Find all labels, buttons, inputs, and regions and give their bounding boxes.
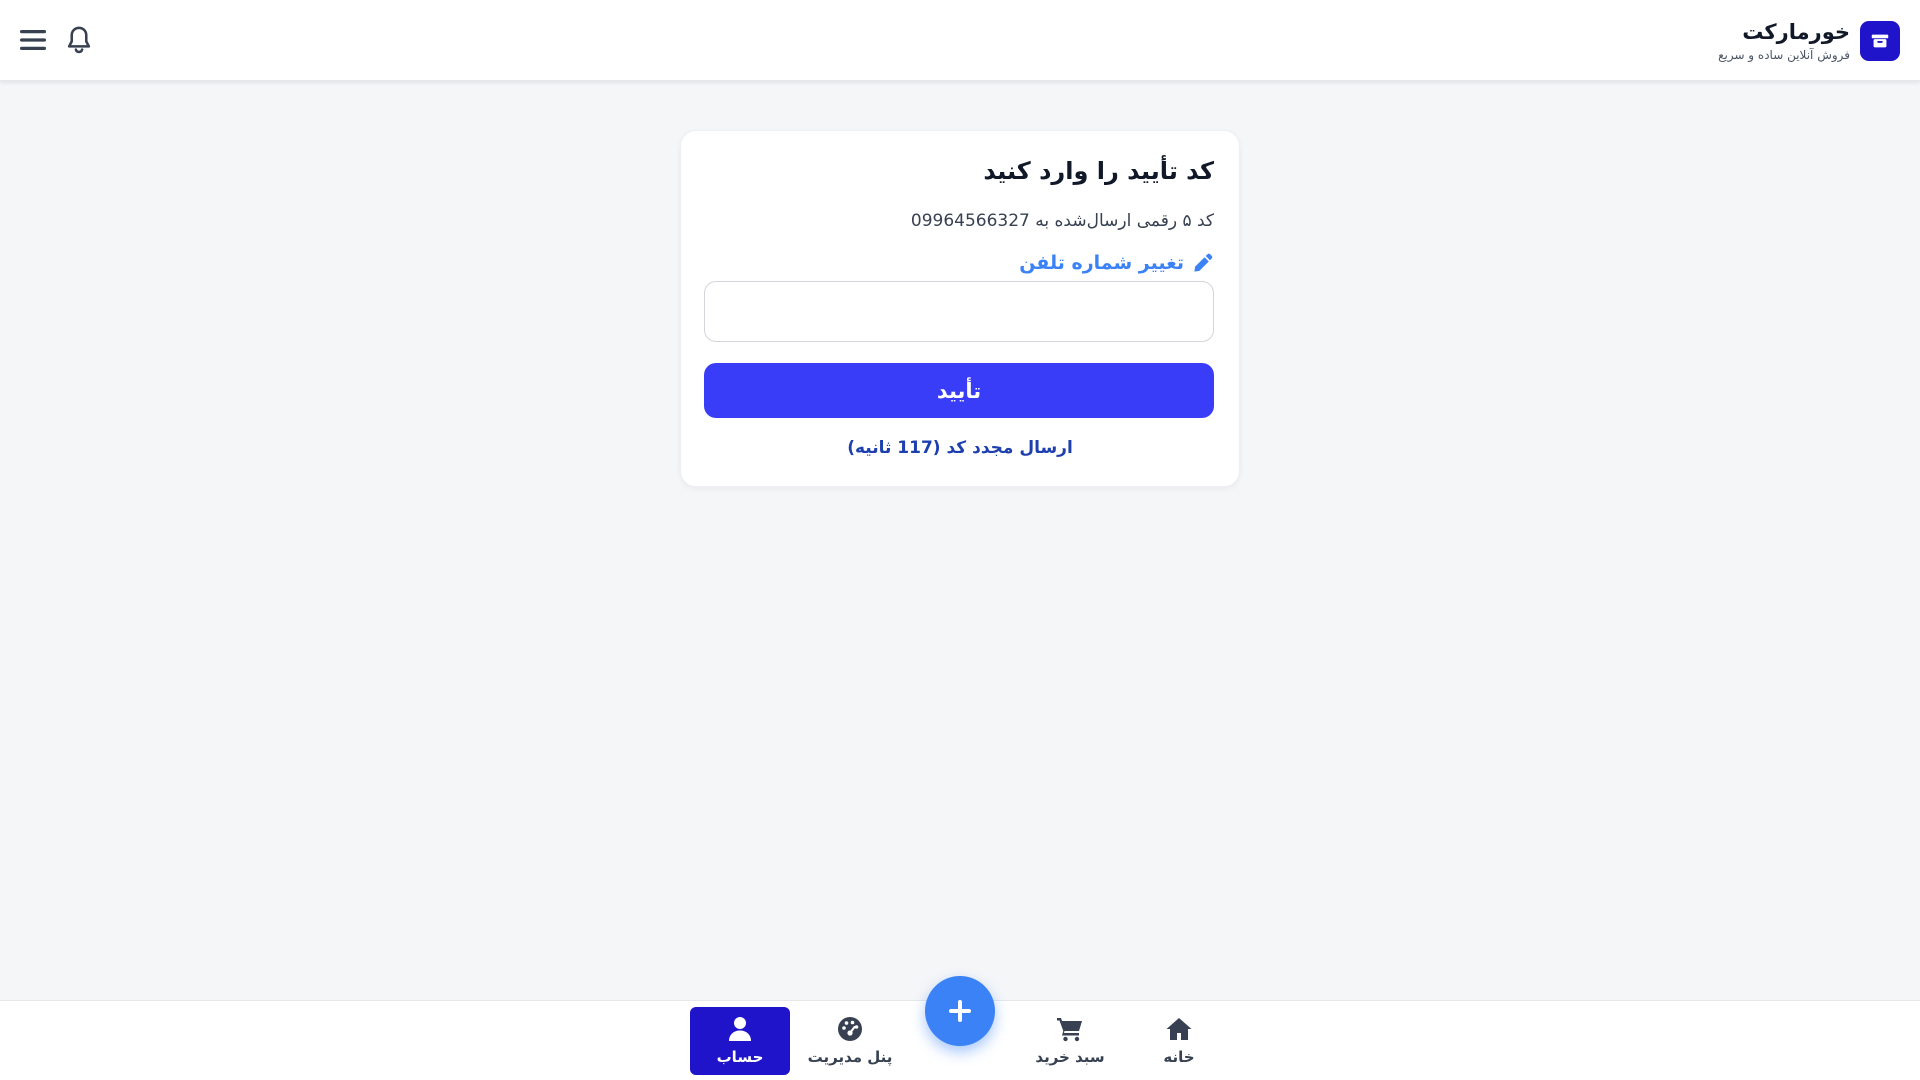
resend-code-link[interactable]: ارسال مجدد کد (117 ثانیه) <box>681 438 1239 458</box>
nav-item-admin-panel[interactable]: پنل مدیریت <box>800 1007 900 1075</box>
top-header: خورمارکت فروش آنلاین ساده و سریع <box>0 0 1920 81</box>
bell-icon[interactable] <box>59 20 99 60</box>
pencil-icon <box>1192 252 1214 274</box>
home-icon <box>1165 1016 1193 1042</box>
nav-label-home: خانه <box>1163 1048 1195 1066</box>
brand-title: خورمارکت <box>1742 20 1850 44</box>
store-icon <box>1860 21 1900 61</box>
brand-subtitle: فروش آنلاین ساده و سریع <box>1718 48 1850 62</box>
nav-item-home[interactable]: خانه <box>1129 1007 1229 1075</box>
brand[interactable]: خورمارکت فروش آنلاین ساده و سریع <box>1718 19 1900 63</box>
verification-description: کد ۵ رقمی ارسال‌شده به 09964566327 <box>910 211 1214 231</box>
add-button[interactable] <box>925 976 995 1046</box>
dashboard-gauge-icon <box>837 1016 863 1042</box>
page-title: کد تأیید را وارد کنید <box>983 157 1214 185</box>
shopping-cart-icon <box>1056 1016 1084 1042</box>
nav-item-account[interactable]: حساب <box>690 1007 790 1075</box>
nav-label-account: حساب <box>716 1048 764 1066</box>
plus-icon <box>947 998 973 1024</box>
verification-code-input[interactable] <box>704 281 1214 342</box>
nav-label-cart: سبد خرید <box>1035 1048 1105 1066</box>
hamburger-menu-icon[interactable] <box>13 20 53 60</box>
change-phone-link[interactable]: تغییر شماره تلفن <box>1019 252 1214 274</box>
verification-card: کد تأیید را وارد کنید کد ۵ رقمی ارسال‌شد… <box>680 130 1240 487</box>
user-icon <box>728 1016 752 1042</box>
change-phone-label: تغییر شماره تلفن <box>1019 252 1184 274</box>
brand-text: خورمارکت فروش آنلاین ساده و سریع <box>1718 19 1850 63</box>
nav-item-cart[interactable]: سبد خرید <box>1020 1007 1120 1075</box>
confirm-button[interactable]: تأیید <box>704 363 1214 418</box>
nav-label-admin-panel: پنل مدیریت <box>807 1048 893 1066</box>
